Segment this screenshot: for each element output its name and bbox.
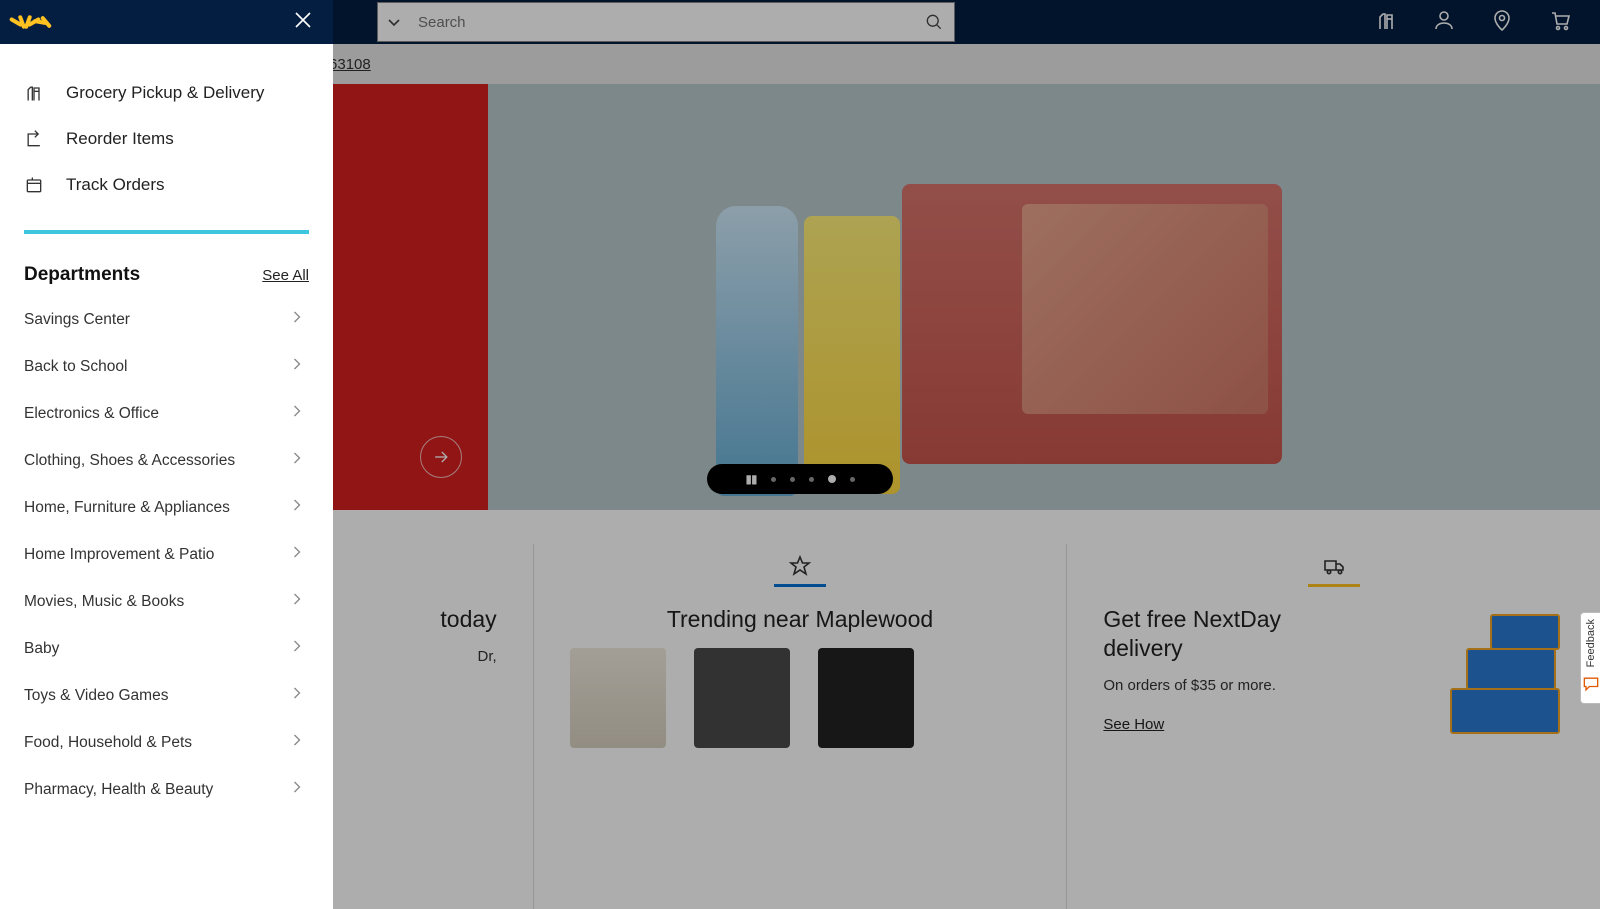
sidenav-dept-label: Food, Household & Pets — [24, 734, 192, 752]
sidenav-dept-label: Savings Center — [24, 311, 130, 329]
feedback-label: Feedback — [1585, 619, 1597, 667]
sidenav-dept-label: Movies, Music & Books — [24, 593, 184, 611]
package-icon — [24, 175, 44, 195]
sidenav-dept-label: Pharmacy, Health & Beauty — [24, 781, 213, 799]
grocery-bag-icon — [24, 83, 44, 103]
chevron-right-icon — [287, 354, 307, 379]
chevron-right-icon — [287, 777, 307, 802]
walmart-spark-logo[interactable] — [14, 15, 48, 29]
sidenav-item-track[interactable]: Track Orders — [24, 162, 309, 208]
sidenav-dept-item[interactable]: Home, Furniture & Appliances — [24, 484, 325, 531]
sidenav-dept-list: Savings Center Back to School Electronics … — [0, 292, 333, 813]
chevron-right-icon — [287, 495, 307, 520]
sidenav-dept-heading: Departments — [24, 264, 140, 286]
sidenav-flyout: Grocery Pickup & Delivery Reorder Items … — [0, 0, 333, 909]
sidenav-dept-label: Baby — [24, 640, 59, 658]
sidenav-dept-item[interactable]: Baby — [24, 625, 325, 672]
sidenav-dept-label: Home, Furniture & Appliances — [24, 499, 230, 517]
sidenav-dept-label: Home Improvement & Patio — [24, 546, 214, 564]
sidenav-close-button[interactable] — [291, 8, 315, 37]
reorder-icon — [24, 129, 44, 149]
chevron-right-icon — [287, 636, 307, 661]
sidenav-dept-item[interactable]: Home Improvement & Patio — [24, 531, 325, 578]
sidenav-dept-item[interactable]: Movies, Music & Books — [24, 578, 325, 625]
sidenav-dept-item[interactable]: Food, Household & Pets — [24, 719, 325, 766]
sidenav-item-label: Reorder Items — [66, 129, 174, 149]
sidenav-see-all-link[interactable]: See All — [262, 267, 309, 284]
chevron-right-icon — [287, 683, 307, 708]
sidenav-dept-item[interactable]: Electronics & Office — [24, 390, 325, 437]
feedback-tab[interactable]: Feedback — [1580, 612, 1600, 704]
sidenav-dept-label: Back to School — [24, 358, 127, 376]
sidenav-header — [0, 0, 333, 44]
sidenav-item-label: Track Orders — [66, 175, 165, 195]
chevron-right-icon — [287, 730, 307, 755]
sidenav-item-reorder[interactable]: Reorder Items — [24, 116, 309, 162]
sidenav-dept-item[interactable]: Back to School — [24, 343, 325, 390]
chevron-right-icon — [287, 401, 307, 426]
sidenav-dept-label: Clothing, Shoes & Accessories — [24, 452, 235, 470]
sidenav-dept-item[interactable]: Toys & Video Games — [24, 672, 325, 719]
sidenav-item-label: Grocery Pickup & Delivery — [66, 83, 264, 103]
chevron-right-icon — [287, 589, 307, 614]
sidenav-dept-item[interactable]: Clothing, Shoes & Accessories — [24, 437, 325, 484]
chevron-right-icon — [287, 448, 307, 473]
feedback-bubble-icon — [1581, 674, 1600, 697]
sidenav-dept-item[interactable]: Pharmacy, Health & Beauty — [24, 766, 325, 813]
sidenav-dept-label: Toys & Video Games — [24, 687, 168, 705]
sidenav-dept-item[interactable]: Savings Center — [24, 296, 325, 343]
close-icon — [291, 8, 315, 32]
sidenav-dept-label: Electronics & Office — [24, 405, 159, 423]
sidenav-dept-header: Departments See All — [0, 234, 333, 292]
sidenav-quicklinks: Grocery Pickup & Delivery Reorder Items … — [0, 44, 333, 208]
chevron-right-icon — [287, 307, 307, 332]
chevron-right-icon — [287, 542, 307, 567]
sidenav-item-grocery[interactable]: Grocery Pickup & Delivery — [24, 70, 309, 116]
